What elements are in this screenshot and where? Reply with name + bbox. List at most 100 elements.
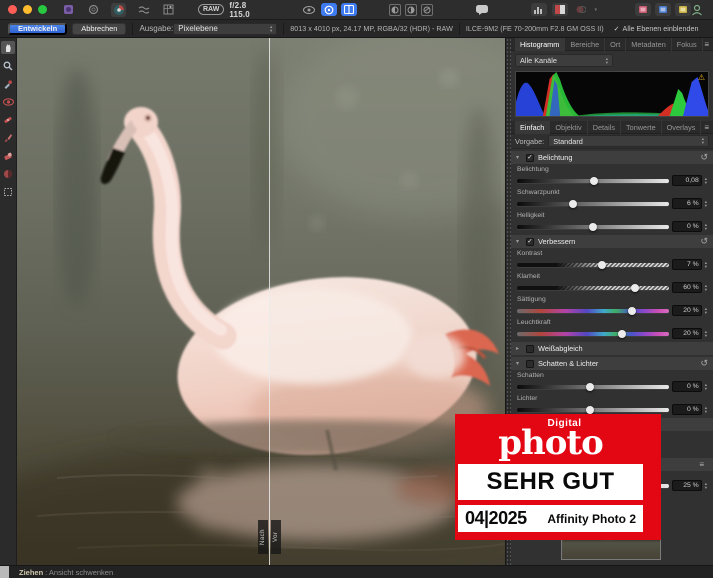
blue-swatch-icon[interactable] xyxy=(655,3,671,16)
split-view-icon[interactable] xyxy=(341,3,358,16)
crop-frame-icon[interactable] xyxy=(1,185,15,198)
stepper-icon[interactable]: ▴ ▾ xyxy=(705,260,707,268)
astro-persona-icon[interactable] xyxy=(161,3,176,17)
clipping-warning-icon[interactable]: ⚠ xyxy=(698,73,705,82)
before-after-divider[interactable] xyxy=(269,38,270,565)
slider-track[interactable] xyxy=(517,260,669,269)
section-header[interactable]: ▸ Weißabgleich xyxy=(511,342,713,355)
eye-icon[interactable] xyxy=(301,3,317,16)
slider-value[interactable]: 0,08 xyxy=(671,175,702,186)
zoom-window-button[interactable] xyxy=(38,5,47,14)
resize-grip[interactable] xyxy=(0,565,9,578)
photo-persona-icon[interactable] xyxy=(61,3,76,17)
tab-einfach[interactable]: Einfach xyxy=(515,120,551,134)
clip-saturation-icon[interactable] xyxy=(421,3,434,16)
stepper-icon[interactable]: ▴ ▾ xyxy=(705,382,707,390)
tab-histogramm[interactable]: Histogramm xyxy=(515,37,566,51)
section-checkbox[interactable] xyxy=(526,153,534,162)
tab-overlays[interactable]: Overlays xyxy=(662,120,702,134)
chevron-down-icon[interactable]: ▾ xyxy=(516,238,522,245)
stepper-icon[interactable]: ▴ ▾ xyxy=(705,481,707,489)
minimize-window-button[interactable] xyxy=(23,5,32,14)
clip-shadows-icon[interactable] xyxy=(389,3,402,16)
stepper-icon[interactable]: ▴ ▾ xyxy=(705,306,707,314)
slider-thumb[interactable] xyxy=(585,382,594,391)
scope-icon[interactable] xyxy=(531,3,548,16)
magnifier-icon[interactable] xyxy=(1,59,15,72)
reset-icon[interactable]: ↺ xyxy=(700,358,708,369)
blemish-icon[interactable] xyxy=(1,113,15,126)
develop-persona-icon[interactable] xyxy=(111,2,126,17)
channel-dropdown[interactable]: Alle Kanäle ▴ ▾ xyxy=(515,54,613,67)
slider-track[interactable] xyxy=(517,283,669,292)
panel-menu-icon[interactable]: ≡ xyxy=(704,40,709,49)
tone-map-persona-icon[interactable] xyxy=(136,3,151,17)
stepper-icon[interactable]: ▴ ▾ xyxy=(705,405,707,413)
rgb-icon[interactable] xyxy=(552,3,569,16)
preset-dropdown[interactable]: Standard ▴ ▾ xyxy=(548,135,709,147)
stepper-icon[interactable]: ▴ ▾ xyxy=(705,329,707,337)
chevron-down-icon[interactable]: ▾ xyxy=(594,7,597,13)
photo-canvas[interactable]: Nach Vor xyxy=(17,38,505,565)
liquify-persona-icon[interactable] xyxy=(86,3,101,17)
slider-track[interactable] xyxy=(517,222,669,231)
section-header[interactable]: ▾ Schatten & Lichter ↺ xyxy=(511,357,713,370)
overlay-gradient-icon[interactable] xyxy=(1,167,15,180)
output-dropdown[interactable]: Pixelebene ▴ ▾ xyxy=(173,22,278,35)
slider-value[interactable]: 25 % xyxy=(671,480,702,491)
section-checkbox[interactable] xyxy=(526,359,534,368)
chevron-down-icon[interactable]: ▾ xyxy=(516,154,522,161)
slider-value[interactable]: 0 % xyxy=(671,404,702,415)
show-layers-checkbox[interactable]: ✓ Alle Ebenen einblenden xyxy=(614,24,699,33)
panel-menu-icon[interactable]: ≡ xyxy=(704,123,709,132)
reset-icon[interactable]: ↺ xyxy=(700,152,708,163)
reset-icon[interactable]: ↺ xyxy=(700,236,708,247)
slider-track[interactable] xyxy=(517,405,669,414)
stepper-icon[interactable]: ▴ ▾ xyxy=(705,222,707,230)
tab-details[interactable]: Details xyxy=(588,120,622,134)
slider-value[interactable]: 6 % xyxy=(671,198,702,209)
chevron-right-icon[interactable]: ▸ xyxy=(516,345,522,352)
tab-metadaten[interactable]: Metadaten xyxy=(626,37,672,51)
slider-thumb[interactable] xyxy=(588,222,597,231)
overlay-icon[interactable] xyxy=(573,3,589,16)
slider-thumb[interactable] xyxy=(569,199,578,208)
slider-value[interactable]: 7 % xyxy=(671,259,702,270)
stepper-icon[interactable]: ▴ ▾ xyxy=(705,199,707,207)
tab-objektiv[interactable]: Objektiv xyxy=(550,120,588,134)
slider-thumb[interactable] xyxy=(590,176,599,185)
overlay-erase-icon[interactable] xyxy=(1,149,15,162)
cancel-button[interactable]: Abbrechen xyxy=(72,22,127,35)
slider-thumb[interactable] xyxy=(631,283,640,292)
info-circle-icon[interactable] xyxy=(321,3,338,16)
slider-thumb[interactable] xyxy=(617,329,626,338)
account-icon[interactable] xyxy=(691,4,703,16)
hand-icon[interactable] xyxy=(1,41,15,54)
tab-tonwerte[interactable]: Tonwerte xyxy=(621,120,662,134)
slider-track[interactable] xyxy=(517,329,669,338)
chevron-down-icon[interactable]: ▾ xyxy=(516,360,522,367)
slider-thumb[interactable] xyxy=(585,405,594,414)
slider-track[interactable] xyxy=(517,382,669,391)
section-checkbox[interactable] xyxy=(526,344,534,353)
slider-value[interactable]: 20 % xyxy=(671,305,702,316)
clip-highlights-icon[interactable] xyxy=(405,3,418,16)
slider-value[interactable]: 0 % xyxy=(671,221,702,232)
close-window-button[interactable] xyxy=(8,5,17,14)
slider-value[interactable]: 0 % xyxy=(671,381,702,392)
stepper-icon[interactable]: ▴ ▾ xyxy=(705,283,707,291)
slider-track[interactable] xyxy=(517,176,669,185)
tab-fokus[interactable]: Fokus xyxy=(672,37,703,51)
section-header[interactable]: ▾ Verbessern ↺ xyxy=(511,235,713,248)
tab-ort[interactable]: Ort xyxy=(605,37,627,51)
panel-menu-icon[interactable]: ≡ xyxy=(699,460,704,469)
red-swatch-icon[interactable] xyxy=(635,3,651,16)
slider-thumb[interactable] xyxy=(597,260,606,269)
red-eye-icon[interactable] xyxy=(1,95,15,108)
overlay-brush-icon[interactable] xyxy=(1,131,15,144)
section-header[interactable]: ▾ Belichtung ↺ xyxy=(511,151,713,164)
yellow-swatch-icon[interactable] xyxy=(675,3,691,16)
slider-thumb[interactable] xyxy=(628,306,637,315)
white-balance-dropper-icon[interactable] xyxy=(1,77,15,90)
section-checkbox[interactable] xyxy=(526,237,534,246)
